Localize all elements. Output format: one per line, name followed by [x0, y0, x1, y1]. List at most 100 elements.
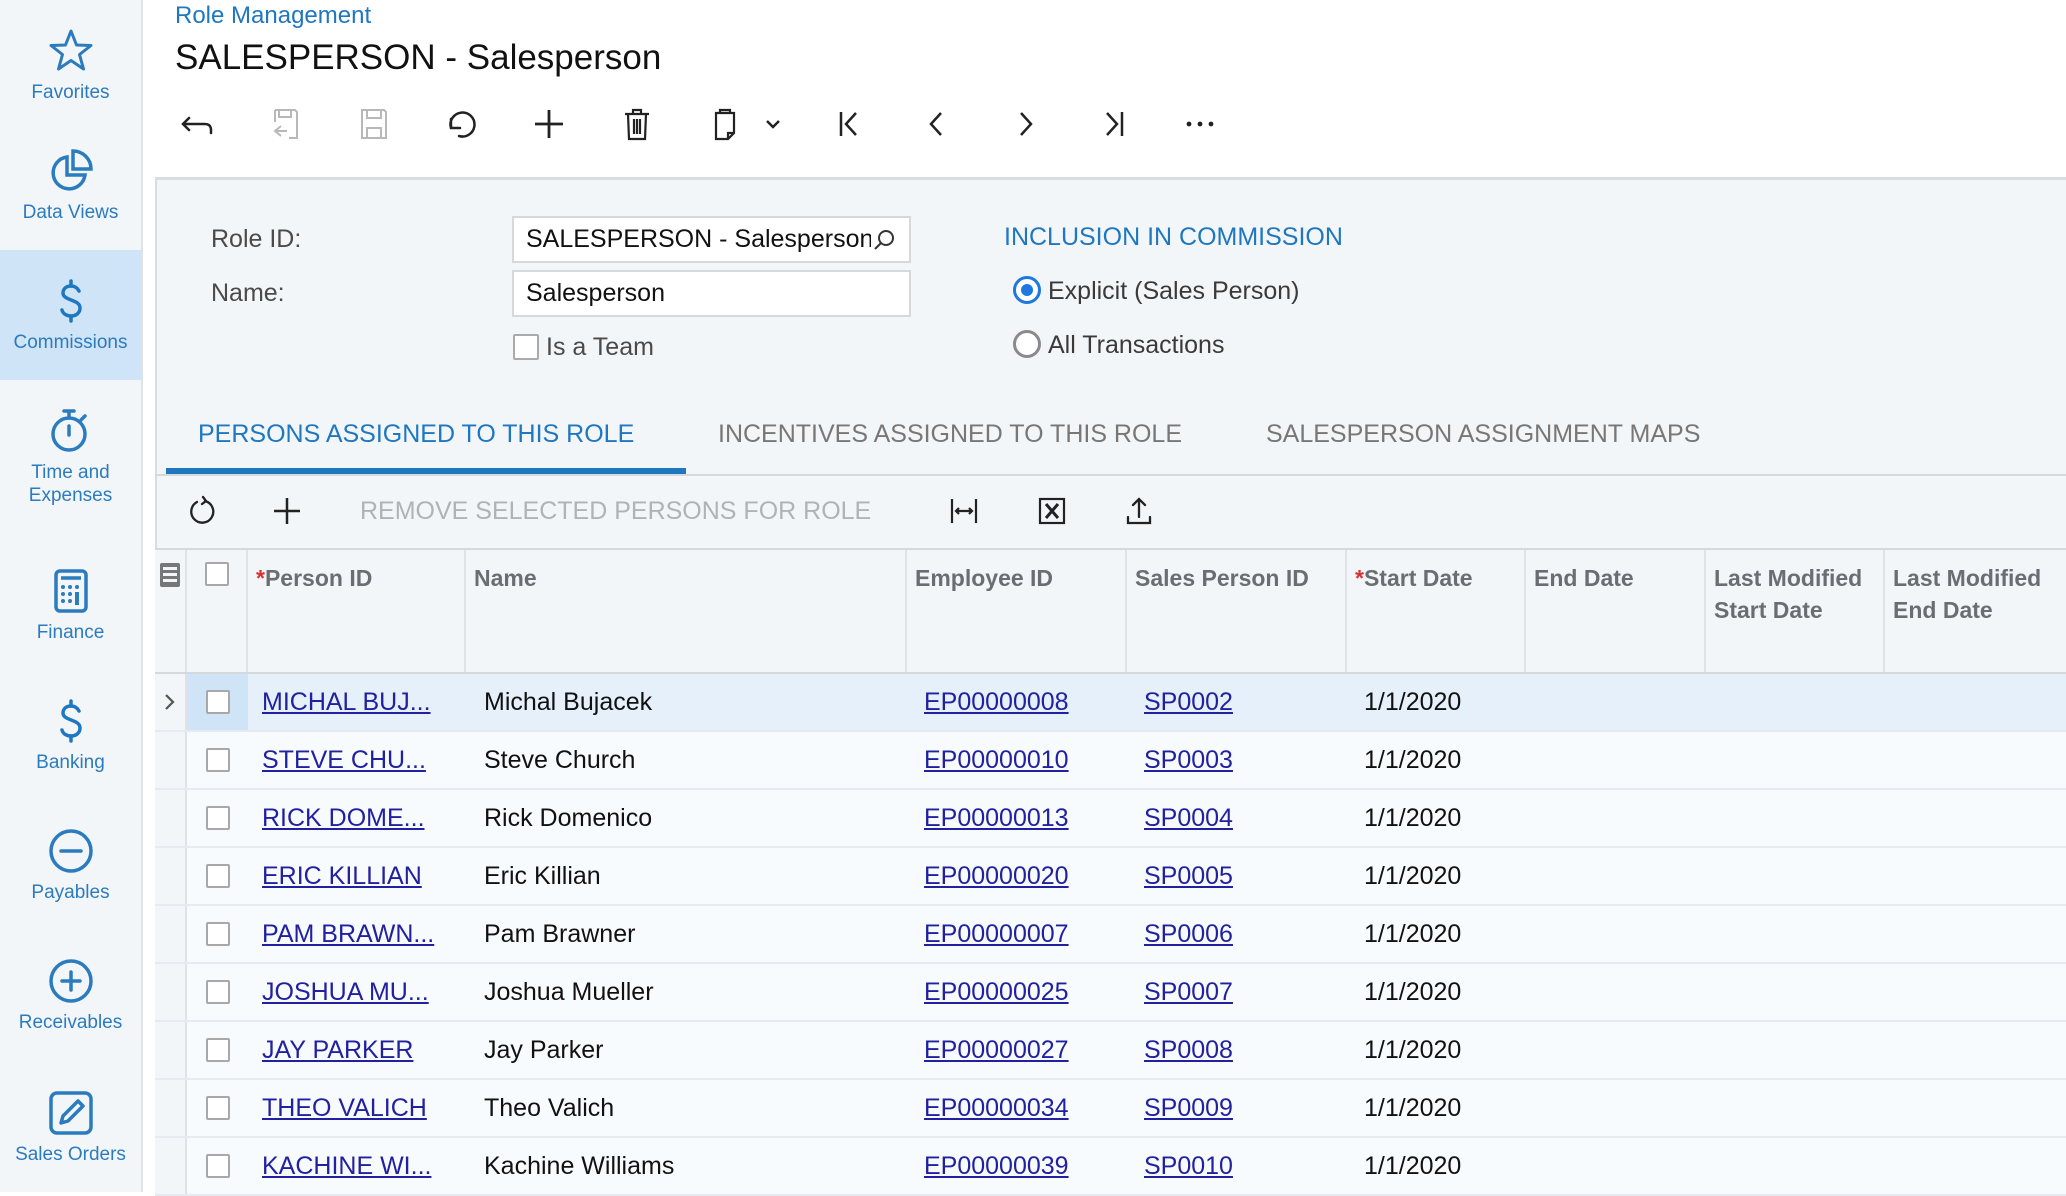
sales-person-id-link[interactable]: SP0008	[1144, 1036, 1233, 1065]
table-row[interactable]: THEO VALICH Theo Valich EP00000034 SP000…	[155, 1080, 2066, 1138]
row-checkbox[interactable]	[205, 1154, 230, 1178]
person-id-link[interactable]: JAY PARKER	[262, 1036, 413, 1065]
employee-id-link[interactable]: EP00000025	[924, 978, 1069, 1007]
column-header-name[interactable]: Name	[466, 550, 907, 673]
employee-id-link[interactable]: EP00000034	[924, 1094, 1069, 1123]
clipboard-button[interactable]	[705, 104, 745, 144]
column-header-sales-person-id[interactable]: Sales Person ID	[1127, 550, 1347, 673]
sidebar-item-payables[interactable]: Payables	[0, 800, 141, 930]
next-record-button[interactable]	[1005, 104, 1045, 144]
employee-id-link[interactable]: EP00000020	[924, 862, 1069, 891]
table-row[interactable]: RICK DOME... Rick Domenico EP00000013 SP…	[155, 790, 2066, 848]
sidebar-item-sales-orders[interactable]: Sales Orders	[0, 1062, 141, 1192]
sales-person-id-link[interactable]: SP0009	[1144, 1094, 1233, 1123]
column-header-employee-id[interactable]: Employee ID	[907, 550, 1127, 673]
refresh-button[interactable]	[183, 493, 219, 529]
role-id-field[interactable]: SALESPERSON - Salesperson	[512, 216, 911, 263]
employee-id-link[interactable]: EP00000039	[924, 1152, 1069, 1181]
add-button[interactable]	[529, 104, 569, 144]
sidebar-item-banking[interactable]: Banking	[0, 670, 141, 800]
row-checkbox[interactable]	[205, 1096, 230, 1120]
sales-person-id-link[interactable]: SP0005	[1144, 862, 1233, 891]
search-icon[interactable]	[871, 227, 897, 253]
tab-persons-assigned[interactable]: PERSONS ASSIGNED TO THIS ROLE	[198, 420, 634, 449]
row-indicator[interactable]	[155, 1080, 187, 1136]
column-header-person-id[interactable]: *Person ID	[248, 550, 466, 673]
undo-button[interactable]	[441, 104, 481, 144]
name-field[interactable]: Salesperson	[512, 270, 911, 317]
table-row[interactable]: STEVE CHU... Steve Church EP00000010 SP0…	[155, 732, 2066, 790]
explicit-radio[interactable]	[1013, 276, 1041, 304]
breadcrumb[interactable]: Role Management	[175, 2, 371, 30]
add-row-button[interactable]	[269, 493, 305, 529]
sales-person-id-link[interactable]: SP0007	[1144, 978, 1233, 1007]
person-id-link[interactable]: ERIC KILLIAN	[262, 862, 422, 891]
sales-person-id-link[interactable]: SP0002	[1144, 688, 1233, 717]
previous-record-button[interactable]	[917, 104, 957, 144]
save-button[interactable]	[354, 104, 394, 144]
tab-salesperson-assignment-maps[interactable]: SALESPERSON ASSIGNMENT MAPS	[1266, 420, 1700, 449]
upload-button[interactable]	[1121, 493, 1157, 529]
person-id-link[interactable]: THEO VALICH	[262, 1094, 427, 1123]
sales-person-id-link[interactable]: SP0004	[1144, 804, 1233, 833]
row-indicator[interactable]	[155, 1138, 187, 1194]
is-team-checkbox[interactable]	[513, 334, 539, 360]
employee-id-link[interactable]: EP00000008	[924, 688, 1069, 717]
save-and-close-button[interactable]	[265, 104, 305, 144]
person-id-link[interactable]: JOSHUA MU...	[262, 978, 429, 1007]
person-id-link[interactable]: MICHAL BUJ...	[262, 688, 431, 717]
sales-person-id-link[interactable]: SP0003	[1144, 746, 1233, 775]
delete-button[interactable]	[617, 104, 657, 144]
sales-person-id-link[interactable]: SP0006	[1144, 920, 1233, 949]
column-header-last-modified-end-date[interactable]: Last Modified End Date	[1885, 550, 2066, 673]
person-id-link[interactable]: KACHINE WI...	[262, 1152, 431, 1181]
sidebar-item-commissions[interactable]: Commissions	[0, 250, 141, 380]
person-id-link[interactable]: STEVE CHU...	[262, 746, 426, 775]
back-button[interactable]	[177, 104, 217, 144]
column-header-end-date[interactable]: End Date	[1526, 550, 1706, 673]
row-indicator[interactable]	[155, 790, 187, 846]
row-indicator[interactable]	[155, 674, 187, 730]
last-record-button[interactable]	[1093, 104, 1133, 144]
row-checkbox[interactable]	[205, 748, 230, 772]
remove-selected-persons-button[interactable]: REMOVE SELECTED PERSONS FOR ROLE	[360, 497, 871, 526]
sidebar-item-favorites[interactable]: Favorites	[0, 0, 141, 130]
employee-id-link[interactable]: EP00000010	[924, 746, 1069, 775]
person-id-link[interactable]: PAM BRAWN...	[262, 920, 434, 949]
table-row[interactable]: JAY PARKER Jay Parker EP00000027 SP0008 …	[155, 1022, 2066, 1080]
employee-id-link[interactable]: EP00000013	[924, 804, 1069, 833]
sales-person-id-link[interactable]: SP0010	[1144, 1152, 1233, 1181]
employee-id-link[interactable]: EP00000007	[924, 920, 1069, 949]
sidebar-item-receivables[interactable]: Receivables	[0, 930, 141, 1060]
clipboard-dropdown-button[interactable]	[755, 104, 791, 144]
table-row[interactable]: ERIC KILLIAN Eric Killian EP00000020 SP0…	[155, 848, 2066, 906]
row-checkbox[interactable]	[205, 922, 230, 946]
row-indicator[interactable]	[155, 964, 187, 1020]
row-checkbox[interactable]	[205, 806, 230, 830]
fit-columns-button[interactable]	[946, 493, 982, 529]
table-row[interactable]: PAM BRAWN... Pam Brawner EP00000007 SP00…	[155, 906, 2066, 964]
row-indicator[interactable]	[155, 848, 187, 904]
sidebar-item-time-and-expenses[interactable]: Time and Expenses	[0, 392, 141, 522]
table-row[interactable]: JOSHUA MU... Joshua Mueller EP00000025 S…	[155, 964, 2066, 1022]
tab-incentives-assigned[interactable]: INCENTIVES ASSIGNED TO THIS ROLE	[718, 420, 1182, 449]
all-transactions-radio[interactable]	[1013, 330, 1041, 358]
sidebar-item-data-views[interactable]: Data Views	[0, 120, 141, 250]
row-checkbox[interactable]	[205, 1038, 230, 1062]
column-header-last-modified-start-date[interactable]: Last Modified Start Date	[1706, 550, 1885, 673]
sidebar-item-finance[interactable]: Finance	[0, 540, 141, 670]
more-button[interactable]	[1180, 104, 1220, 144]
table-row[interactable]: KACHINE WI... Kachine Williams EP0000003…	[155, 1138, 2066, 1196]
row-checkbox[interactable]	[205, 864, 230, 888]
first-record-button[interactable]	[830, 104, 870, 144]
export-excel-button[interactable]	[1034, 493, 1070, 529]
row-indicator[interactable]	[155, 906, 187, 962]
row-indicator[interactable]	[155, 1022, 187, 1078]
column-header-start-date[interactable]: *Start Date	[1347, 550, 1526, 673]
row-indicator[interactable]	[155, 732, 187, 788]
table-row[interactable]: MICHAL BUJ... Michal Bujacek EP00000008 …	[155, 674, 2066, 732]
row-checkbox[interactable]	[205, 690, 230, 714]
person-id-link[interactable]: RICK DOME...	[262, 804, 425, 833]
employee-id-link[interactable]: EP00000027	[924, 1036, 1069, 1065]
column-config-header[interactable]	[155, 550, 187, 673]
